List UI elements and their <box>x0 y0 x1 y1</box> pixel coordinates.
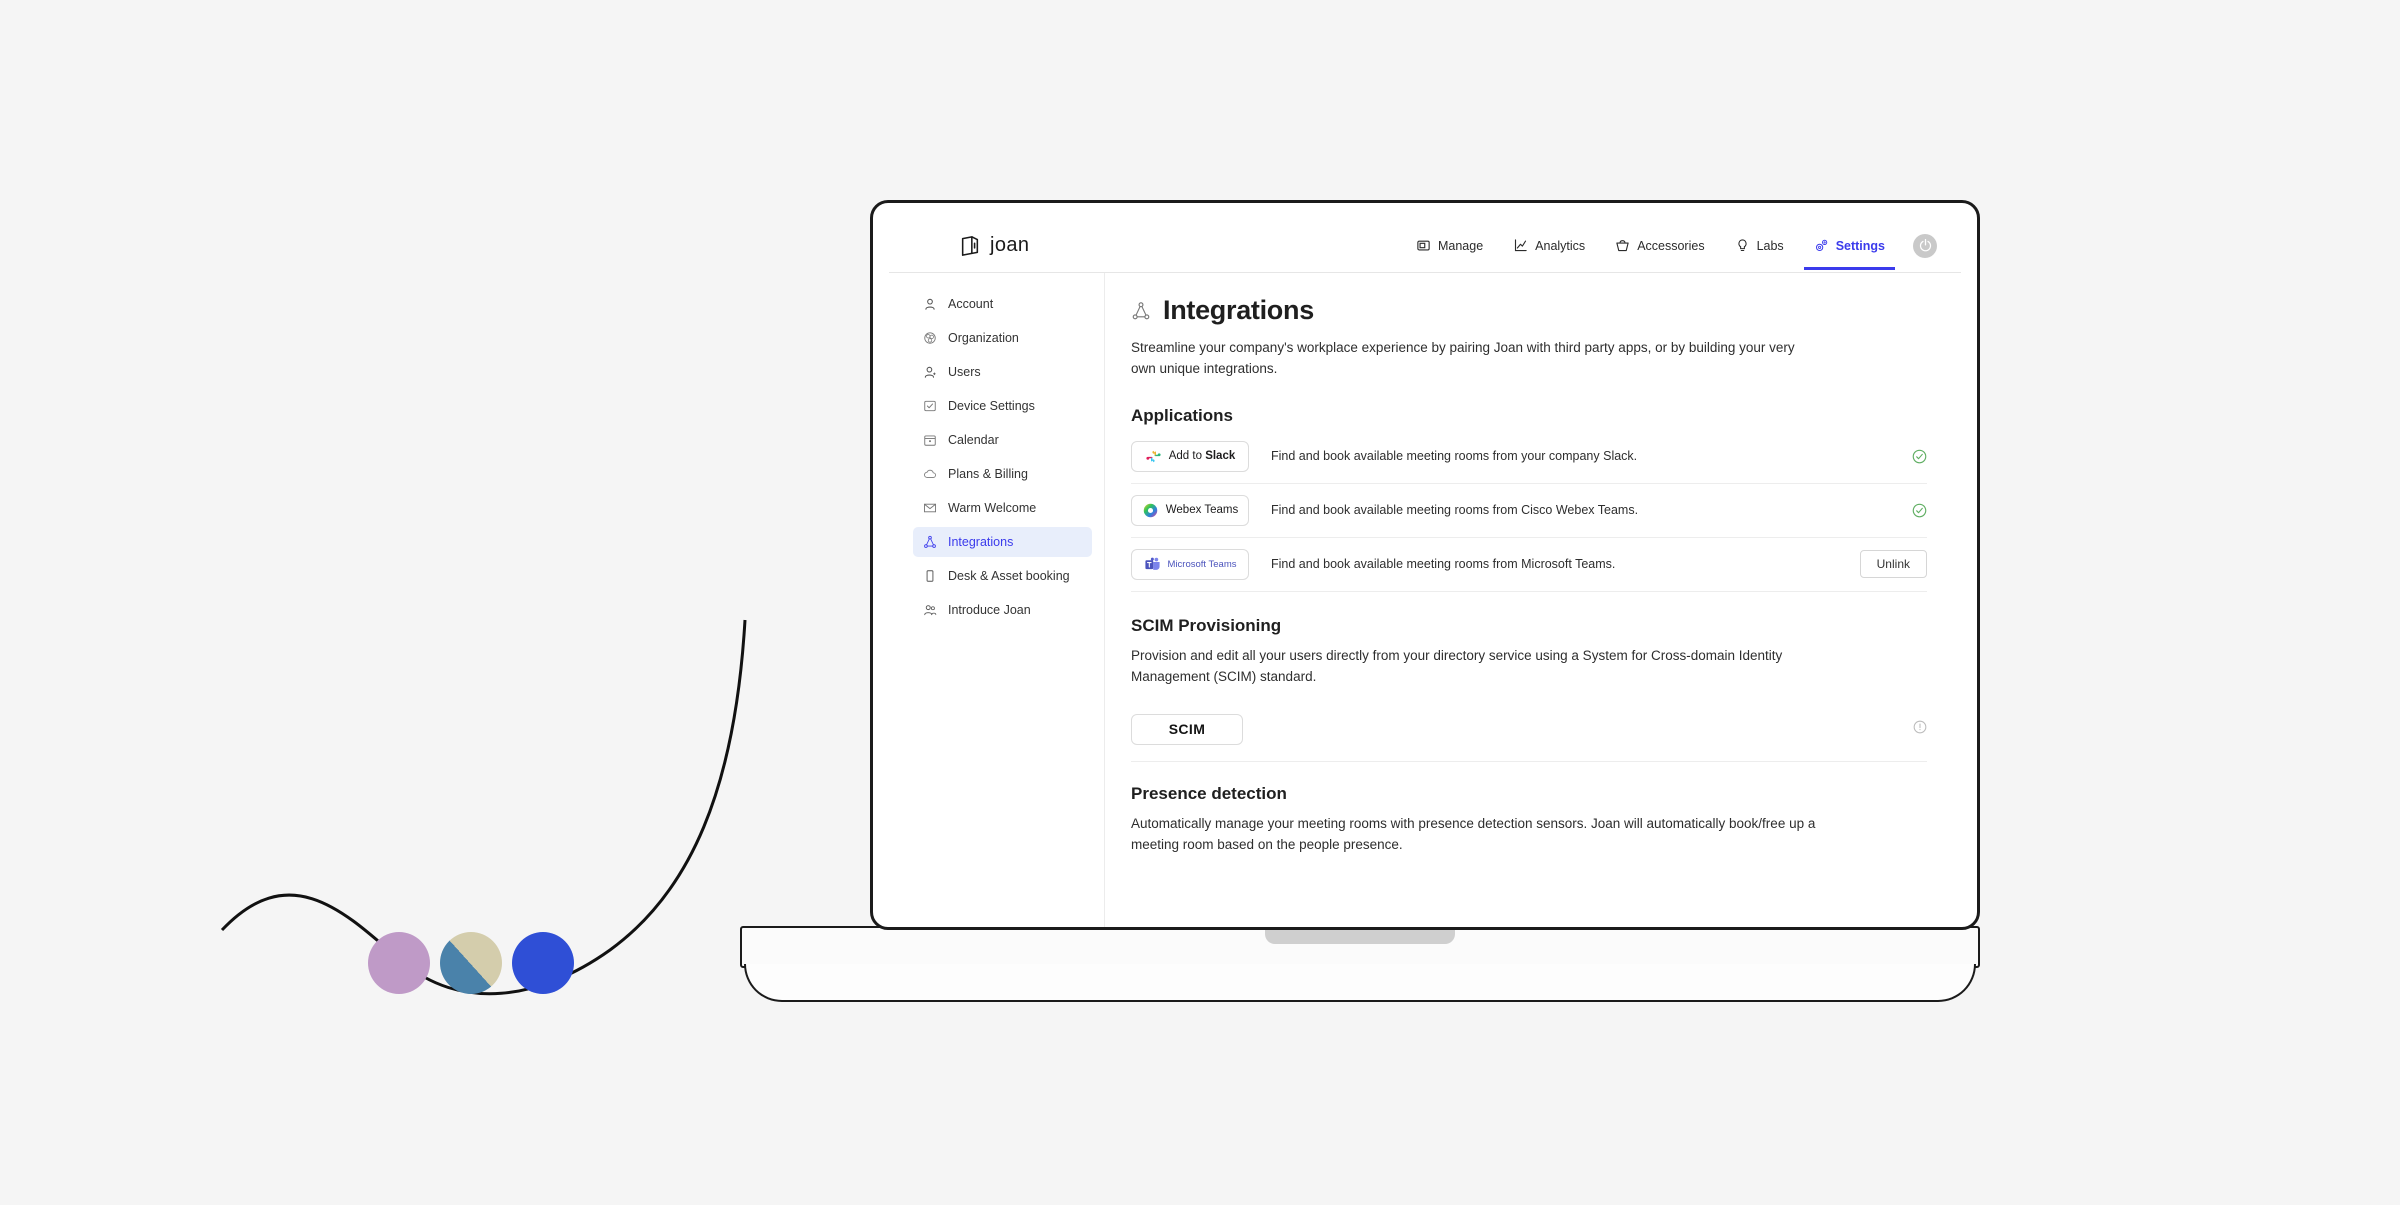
microsoft-teams-button[interactable]: Microsoft Teams <box>1131 548 1249 580</box>
sidebar-label-integrations: Integrations <box>948 535 1014 549</box>
scim-button[interactable]: SCIM <box>1131 713 1243 745</box>
power-icon <box>1919 238 1931 252</box>
slack-description: Find and book available meeting rooms fr… <box>1271 449 1638 464</box>
app-window: joan Manage Analytics Accessories Labs S… <box>889 219 1961 927</box>
webex-status <box>1861 503 1927 518</box>
sidebar-label-calendar: Calendar <box>948 433 999 447</box>
sidebar-label-plans-billing: Plans & Billing <box>948 467 1028 481</box>
sidebar-label-introduce-joan: Introduce Joan <box>948 603 1031 617</box>
microsoft-teams-status: Unlink <box>1859 550 1927 579</box>
decorative-circle-split <box>440 932 502 994</box>
integrations-icon <box>1132 301 1150 319</box>
app-top-bar: joan Manage Analytics Accessories Labs S… <box>889 219 1961 273</box>
scim-row: SCIM <box>1131 700 1927 762</box>
manage-icon <box>1417 240 1430 251</box>
settings-sidebar: Account Organization Users Device Settin… <box>889 273 1105 927</box>
app-body: Account Organization Users Device Settin… <box>889 273 1961 927</box>
decorative-circle-blue <box>512 932 574 994</box>
webex-logo-icon <box>1143 503 1157 518</box>
nav-label-manage: Manage <box>1437 238 1484 253</box>
page-intro: Streamline your company's workplace expe… <box>1131 340 1795 376</box>
application-row-webex: Webex Teams Find and book available meet… <box>1131 484 1927 538</box>
nav-item-labs[interactable]: Labs <box>1733 222 1786 269</box>
sidebar-label-warm-welcome: Warm Welcome <box>948 501 1037 515</box>
slack-button-label: Add to Slack <box>1168 450 1236 463</box>
sidebar-label-desk-asset-booking: Desk & Asset booking <box>948 569 1070 583</box>
sidebar-item-device-settings[interactable]: Device Settings <box>913 391 1092 421</box>
sidebar-item-users[interactable]: Users <box>913 357 1092 387</box>
info-circle-icon <box>1913 720 1927 734</box>
laptop-bottom-lip <box>744 964 1976 1002</box>
user-icon <box>925 298 935 310</box>
nav-label-analytics: Analytics <box>1535 238 1586 253</box>
webex-teams-button[interactable]: Webex Teams <box>1131 494 1249 526</box>
sidebar-item-plans-billing[interactable]: Plans & Billing <box>913 459 1092 489</box>
sidebar-item-account[interactable]: Account <box>913 289 1092 319</box>
application-row-slack: Add to Slack Find and book available mee… <box>1131 430 1927 484</box>
laptop-screen: joan Manage Analytics Accessories Labs S… <box>870 200 1980 930</box>
labs-icon <box>1738 239 1747 252</box>
main-content: Integrations Streamline your company's w… <box>1105 273 1961 927</box>
analytics-icon <box>1515 239 1527 252</box>
tablet-icon <box>926 570 934 582</box>
sidebar-label-organization: Organization <box>948 331 1019 345</box>
main-navigation: Manage Analytics Accessories Labs Settin… <box>1414 222 1937 270</box>
nav-label-settings: Settings <box>1835 238 1885 253</box>
sidebar-item-introduce-joan[interactable]: Introduce Joan <box>913 595 1092 625</box>
introduce-icon <box>924 605 937 616</box>
microsoft-teams-description: Find and book available meeting rooms fr… <box>1271 557 1616 572</box>
sidebar-item-integrations[interactable]: Integrations <box>913 527 1092 557</box>
sidebar-label-account: Account <box>948 297 994 311</box>
organization-icon <box>924 332 936 344</box>
check-circle-icon <box>1912 449 1927 464</box>
slack-status <box>1861 449 1927 464</box>
nav-label-labs: Labs <box>1756 238 1784 253</box>
page-title: Integrations <box>1131 295 1927 326</box>
add-to-slack-button[interactable]: Add to Slack <box>1131 440 1249 472</box>
nav-item-manage[interactable]: Manage <box>1414 222 1485 269</box>
brand-name: joan <box>990 234 1030 256</box>
application-row-microsoft-teams: Microsoft Teams Find and book available … <box>1131 538 1927 592</box>
presence-description: Automatically manage your meeting rooms … <box>1131 815 1816 852</box>
integrations-icon <box>924 535 936 548</box>
nav-label-accessories: Accessories <box>1637 238 1705 253</box>
laptop-illustration: joan Manage Analytics Accessories Labs S… <box>740 200 1980 1002</box>
envelope-icon <box>923 503 937 513</box>
scim-status <box>1913 720 1927 739</box>
users-icon <box>924 366 936 378</box>
webex-description: Find and book available meeting rooms fr… <box>1271 503 1639 518</box>
page-heading: Integrations <box>1163 295 1314 325</box>
joan-logo-icon <box>961 235 979 256</box>
device-check-icon <box>924 400 936 412</box>
sidebar-item-organization[interactable]: Organization <box>913 323 1092 353</box>
sidebar-item-calendar[interactable]: Calendar <box>913 425 1092 455</box>
power-button[interactable] <box>1913 233 1937 258</box>
check-circle-icon <box>1912 503 1927 518</box>
calendar-icon <box>924 435 936 446</box>
scim-heading: SCIM Provisioning <box>1131 615 1282 635</box>
microsoft-teams-logo-icon <box>1144 557 1160 570</box>
nav-item-settings[interactable]: Settings <box>1803 222 1896 270</box>
unlink-button[interactable]: Unlink <box>1859 550 1927 579</box>
sidebar-label-device-settings: Device Settings <box>948 399 1035 413</box>
sidebar-item-warm-welcome[interactable]: Warm Welcome <box>913 493 1092 523</box>
decorative-circle-purple <box>368 932 430 994</box>
brand-logo[interactable]: joan <box>959 234 1029 257</box>
sidebar-item-desk-asset-booking[interactable]: Desk & Asset booking <box>913 561 1092 591</box>
webex-button-label: Webex Teams <box>1165 504 1239 517</box>
scim-description: Provision and edit all your users direct… <box>1131 647 1783 684</box>
nav-item-accessories[interactable]: Accessories <box>1613 222 1706 269</box>
presence-heading: Presence detection <box>1131 783 1287 803</box>
accessories-icon <box>1616 240 1629 252</box>
nav-item-analytics[interactable]: Analytics <box>1511 222 1587 269</box>
slack-logo-icon <box>1146 450 1161 463</box>
settings-gears-icon <box>1815 239 1827 251</box>
microsoft-teams-button-label: Microsoft Teams <box>1167 558 1237 570</box>
cloud-icon <box>924 469 936 478</box>
sidebar-label-users: Users <box>948 365 981 379</box>
applications-heading: Applications <box>1131 405 1234 425</box>
